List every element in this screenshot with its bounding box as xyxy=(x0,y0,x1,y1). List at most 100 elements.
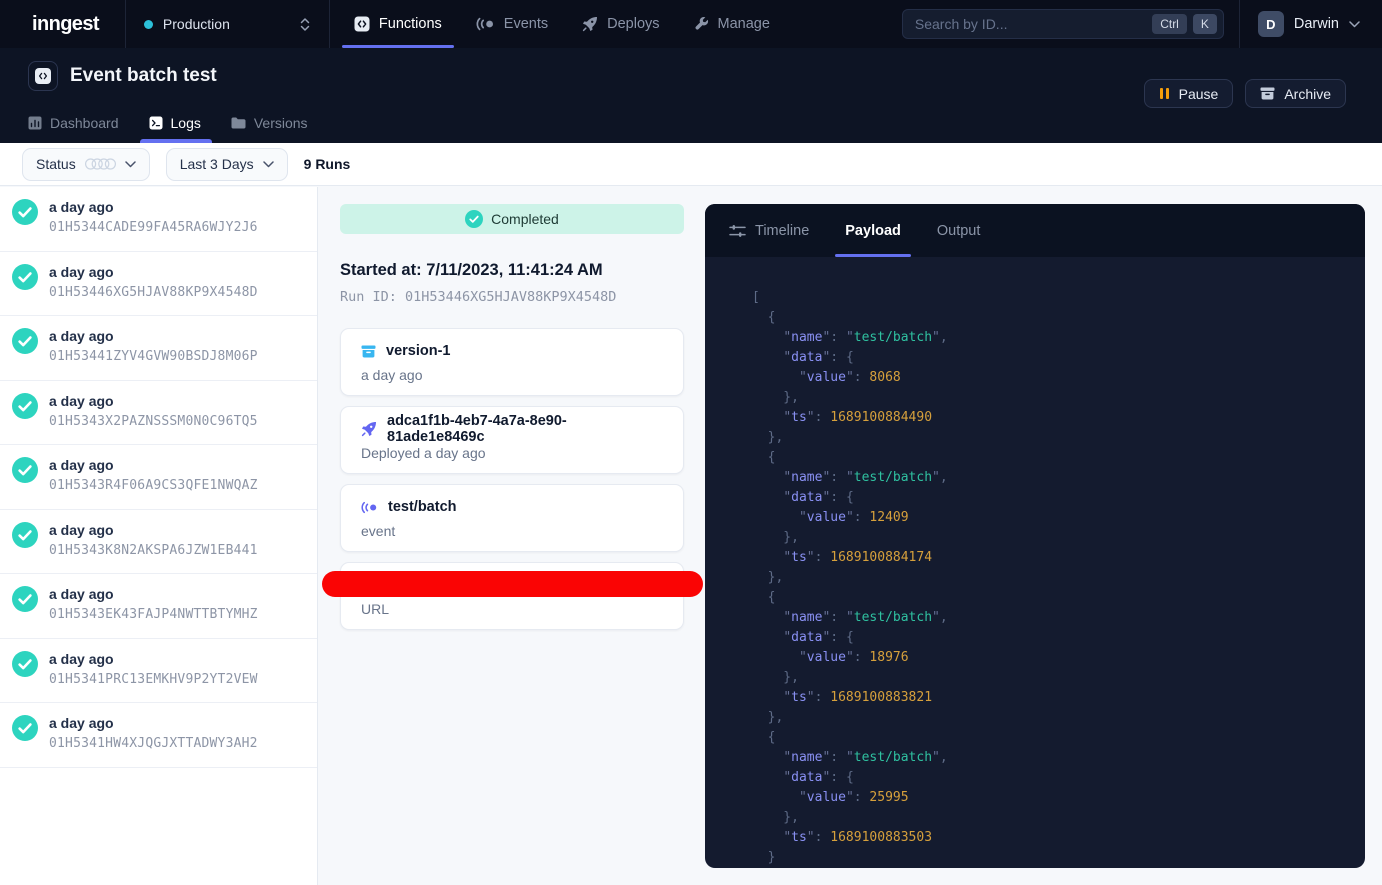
function-tab[interactable]: Logs xyxy=(149,115,201,143)
function-tab-label: Logs xyxy=(171,115,201,131)
run-id: 01H5344CADE99FA45RA6WJY2J6 xyxy=(49,220,258,235)
run-count: 9 Runs xyxy=(304,156,351,172)
run-time: a day ago xyxy=(49,651,258,667)
run-id: 01H5343X2PAZNSSSM0N0C96TQ5 xyxy=(49,414,258,429)
nav-tab[interactable]: Deploys xyxy=(570,0,671,48)
runs-list: a day ago 01H5344CADE99FA45RA6WJY2J6 a d… xyxy=(0,187,318,885)
events-icon xyxy=(476,17,495,31)
inngest-logo[interactable]: inngest xyxy=(0,13,125,36)
ctrl-key-badge: Ctrl xyxy=(1152,14,1187,34)
check-circle-icon xyxy=(12,586,38,612)
run-id: 01H5343R4F06A9CS3QFE1NWQAZ xyxy=(49,478,258,493)
nav-tab[interactable]: Events xyxy=(464,0,560,48)
run-id: 01H5343EK43FAJP4NWTTBTYMHZ xyxy=(49,607,258,622)
user-name: Darwin xyxy=(1294,16,1339,32)
nav-tab[interactable]: Functions xyxy=(342,0,454,48)
panel-tab[interactable]: Timeline xyxy=(719,204,819,257)
panel-tab[interactable]: Output xyxy=(927,204,991,257)
avatar: D xyxy=(1258,11,1284,37)
run-list-item[interactable]: a day ago 01H5344CADE99FA45RA6WJY2J6 xyxy=(0,187,317,252)
payload-panel: Timeline Payload Output [ { "name": "tes… xyxy=(705,204,1365,868)
panel-tab-label: Timeline xyxy=(755,223,809,239)
search-box[interactable]: Ctrl K xyxy=(902,9,1224,39)
detail-card[interactable]: version-1 a day ago xyxy=(340,328,684,396)
versions-icon xyxy=(231,117,246,129)
nav-tab-label: Manage xyxy=(718,16,770,32)
run-time: a day ago xyxy=(49,715,258,731)
run-time: a day ago xyxy=(49,199,258,215)
k-key-badge: K xyxy=(1193,14,1217,34)
environment-label: Production xyxy=(163,16,289,32)
run-list-item[interactable]: a day ago 01H5341HW4XJQGJXTTADWY3AH2 xyxy=(0,703,317,768)
run-id: 01H5341PRC13EMKHV9P2YT2VEW xyxy=(49,672,258,687)
detail-card[interactable]: test/batch event xyxy=(340,484,684,552)
run-list-item[interactable]: a day ago 01H5343K8N2AKSPA6JZW1EB441 xyxy=(0,510,317,575)
card-title: version-1 xyxy=(386,343,450,359)
archive-icon xyxy=(361,345,376,358)
check-circle-icon xyxy=(12,393,38,419)
run-list-item[interactable]: a day ago 01H5343EK43FAJP4NWTTBTYMHZ xyxy=(0,574,317,639)
inngest-app: inngest Production Functions Events Depl… xyxy=(0,0,1382,885)
chevron-down-icon xyxy=(263,161,274,168)
status-filter-label: Status xyxy=(36,156,76,172)
manage-icon xyxy=(694,17,709,32)
status-filter-dropdown[interactable]: Status xyxy=(22,148,150,181)
run-time: a day ago xyxy=(49,457,258,473)
divider xyxy=(329,0,330,48)
time-range-label: Last 3 Days xyxy=(180,156,254,172)
check-circle-icon xyxy=(12,651,38,677)
card-subtitle: a day ago xyxy=(361,367,663,383)
run-list-item[interactable]: a day ago 01H53441ZYV4GVW90BSDJ8M06P xyxy=(0,316,317,381)
run-time: a day ago xyxy=(49,393,258,409)
run-time: a day ago xyxy=(49,328,258,344)
environment-selector[interactable]: Production xyxy=(126,0,329,48)
card-subtitle: event xyxy=(361,523,663,539)
run-list-item[interactable]: a day ago 01H5341PRC13EMKHV9P2YT2VEW xyxy=(0,639,317,704)
detail-card[interactable]: adca1f1b-4eb7-4a7a-8e90-81ade1e8469c Dep… xyxy=(340,406,684,474)
started-at: Started at: 7/11/2023, 11:41:24 AM xyxy=(340,261,684,280)
panel-tab-label: Output xyxy=(937,223,981,239)
run-time: a day ago xyxy=(49,586,258,602)
run-id-line: Run ID: 01H53446XG5HJAV88KP9X4548D xyxy=(340,289,684,305)
run-list-item[interactable]: a day ago 01H5343X2PAZNSSSM0N0C96TQ5 xyxy=(0,381,317,446)
pause-button[interactable]: Pause xyxy=(1144,79,1234,108)
function-tabs: Dashboard Logs Versions xyxy=(28,115,308,143)
dashboard-icon xyxy=(28,116,42,130)
run-id: 01H5341HW4XJQGJXTTADWY3AH2 xyxy=(49,736,258,751)
function-tab[interactable]: Dashboard xyxy=(28,115,119,143)
functions-icon xyxy=(354,16,370,32)
payload-json: [ { "name": "test/batch", "data": { "val… xyxy=(705,257,1365,868)
check-circle-icon xyxy=(12,328,38,354)
environment-status-dot xyxy=(144,20,153,29)
started-at-value: 7/11/2023, 11:41:24 AM xyxy=(426,261,602,279)
run-id: 01H53441ZYV4GVW90BSDJ8M06P xyxy=(49,349,258,364)
archive-button[interactable]: Archive xyxy=(1245,79,1346,108)
filter-bar: Status Last 3 Days 9 Runs xyxy=(0,143,1382,186)
user-menu[interactable]: D Darwin xyxy=(1240,11,1382,37)
check-circle-icon xyxy=(12,457,38,483)
nav-tabs: Functions Events Deploys Manage xyxy=(342,0,782,48)
check-circle-icon xyxy=(465,210,483,228)
search-input[interactable] xyxy=(915,16,1146,32)
function-tab[interactable]: Versions xyxy=(231,115,308,143)
run-id: 01H53446XG5HJAV88KP9X4548D xyxy=(49,285,258,300)
started-at-label: Started at: xyxy=(340,261,422,279)
card-subtitle: URL xyxy=(361,601,663,617)
unfold-chevron-icon xyxy=(299,17,311,32)
event-icon xyxy=(361,501,378,514)
card-title: test/batch xyxy=(388,499,457,515)
run-list-item[interactable]: a day ago 01H5343R4F06A9CS3QFE1NWQAZ xyxy=(0,445,317,510)
panel-tab[interactable]: Payload xyxy=(835,204,911,257)
check-circle-icon xyxy=(12,264,38,290)
nav-tab[interactable]: Manage xyxy=(682,0,782,48)
chevron-down-icon xyxy=(1349,21,1360,28)
nav-tab-label: Functions xyxy=(379,16,442,32)
status-badge-label: Completed xyxy=(491,211,559,227)
time-range-dropdown[interactable]: Last 3 Days xyxy=(166,148,288,181)
panel-tab-label: Payload xyxy=(845,223,901,239)
page-title: Event batch test xyxy=(70,65,217,87)
function-title-row: Event batch test xyxy=(28,61,217,91)
redaction-bar xyxy=(322,571,703,597)
run-list-item[interactable]: a day ago 01H53446XG5HJAV88KP9X4548D xyxy=(0,252,317,317)
chevron-down-icon xyxy=(125,161,136,168)
